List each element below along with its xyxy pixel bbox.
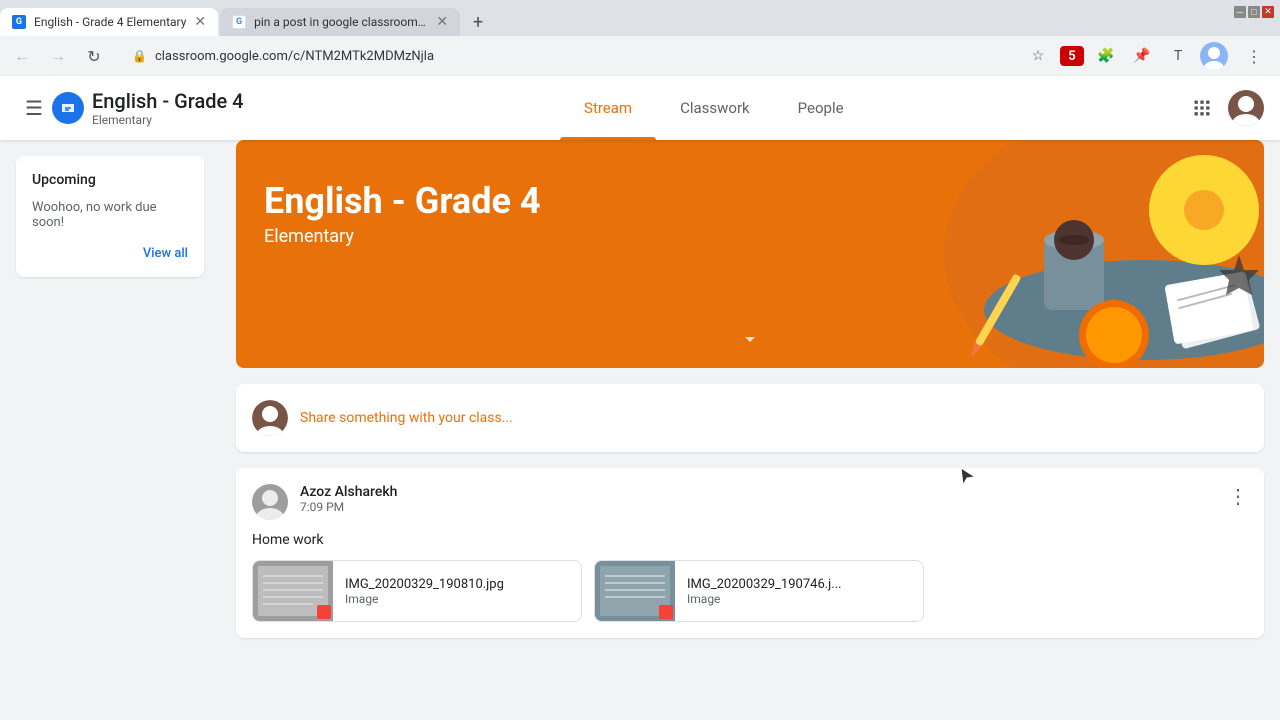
tab-favicon-classroom: G xyxy=(12,15,26,29)
address-bar[interactable]: 🔒 classroom.google.com/c/NTM2MTk2MDMzNjl… xyxy=(116,42,1016,70)
tab-title-2: pin a post in google classroom s... xyxy=(254,15,428,29)
post-attachments: IMG_20200329_190810.jpg Image xyxy=(252,560,1248,622)
post-content: Home work xyxy=(252,532,1248,548)
header-class-subtitle: Elementary xyxy=(92,113,244,127)
attachment-name-2: IMG_20200329_190746.j... xyxy=(687,577,911,592)
class-banner: English - Grade 4 Elementary xyxy=(236,140,1264,368)
tab-close-2[interactable]: ✕ xyxy=(436,14,448,30)
extension-3[interactable]: 📌 xyxy=(1128,42,1156,70)
hamburger-menu[interactable]: ☰ xyxy=(16,90,52,126)
attachment-type-2: Image xyxy=(687,592,911,606)
tab-people[interactable]: People xyxy=(774,76,868,140)
browser-header: G English - Grade 4 Elementary ✕ G pin a… xyxy=(0,0,1280,76)
user-avatar[interactable] xyxy=(1228,90,1264,126)
new-tab-button[interactable]: + xyxy=(464,8,492,36)
address-bar-row: ← → ↻ 🔒 classroom.google.com/c/NTM2MTk2M… xyxy=(0,36,1280,76)
post-author-info: Azoz Alsharekh 7:09 PM xyxy=(300,484,1216,514)
tab-active[interactable]: G English - Grade 4 Elementary ✕ xyxy=(0,8,218,36)
tab-stream[interactable]: Stream xyxy=(560,76,656,140)
minimize-button[interactable]: ─ xyxy=(1234,6,1246,18)
post-author-avatar xyxy=(252,484,288,520)
post-card: Azoz Alsharekh 7:09 PM ⋮ Home work xyxy=(236,468,1264,638)
attachment-thumb-2 xyxy=(595,561,675,621)
banner-class-title: English - Grade 4 xyxy=(264,180,541,222)
app-logo xyxy=(52,92,84,124)
attachment-name-1: IMG_20200329_190810.jpg xyxy=(345,577,569,592)
extension-2[interactable]: 🧩 xyxy=(1092,42,1120,70)
app-header: ☰ English - Grade 4 Elementary Stream Cl… xyxy=(0,76,1280,140)
tab-close-1[interactable]: ✕ xyxy=(194,14,206,30)
browser-profile-avatar[interactable] xyxy=(1200,42,1228,70)
bookmark-button[interactable]: ☆ xyxy=(1024,42,1052,70)
banner-chevron[interactable] xyxy=(738,327,762,356)
maximize-button[interactable]: □ xyxy=(1248,6,1260,18)
share-box[interactable]: Share something with your class... xyxy=(236,384,1264,452)
header-class-title: English - Grade 4 xyxy=(92,89,244,113)
upcoming-card: Upcoming Woohoo, no work due soon! View … xyxy=(16,156,204,277)
tab-title-1: English - Grade 4 Elementary xyxy=(34,15,186,29)
apps-grid-icon[interactable] xyxy=(1184,90,1220,126)
header-icons xyxy=(1184,90,1264,126)
back-button[interactable]: ← xyxy=(8,42,36,70)
attachment-2[interactable]: IMG_20200329_190746.j... Image xyxy=(594,560,924,622)
view-all-button[interactable]: View all xyxy=(32,246,188,261)
post-header: Azoz Alsharekh 7:09 PM ⋮ xyxy=(252,484,1248,520)
header-nav: Stream Classwork People xyxy=(560,76,868,140)
upcoming-empty-text: Woohoo, no work due soon! xyxy=(32,200,188,230)
share-avatar xyxy=(252,400,288,436)
tab-classwork[interactable]: Classwork xyxy=(656,76,774,140)
post-menu-button[interactable]: ⋮ xyxy=(1228,484,1248,508)
stream-area: English - Grade 4 Elementary xyxy=(220,140,1280,720)
extension-4[interactable]: T xyxy=(1164,42,1192,70)
forward-button[interactable]: → xyxy=(44,42,72,70)
share-placeholder-text: Share something with your class... xyxy=(300,410,513,426)
apps-menu-button[interactable]: ⋮ xyxy=(1236,38,1272,74)
attachment-1[interactable]: IMG_20200329_190810.jpg Image xyxy=(252,560,582,622)
sidebar: Upcoming Woohoo, no work due soon! View … xyxy=(0,140,220,720)
close-window-button[interactable]: ✕ xyxy=(1262,6,1274,18)
attachment-info-1: IMG_20200329_190810.jpg Image xyxy=(333,569,581,614)
banner-class-subtitle: Elementary xyxy=(264,226,541,247)
upcoming-title: Upcoming xyxy=(32,172,188,188)
header-class-info: English - Grade 4 Elementary xyxy=(92,89,244,127)
lock-icon: 🔒 xyxy=(132,49,147,63)
refresh-button[interactable]: ↻ xyxy=(80,42,108,70)
attachment-thumb-1 xyxy=(253,561,333,621)
banner-text: English - Grade 4 Elementary xyxy=(264,180,541,247)
attachment-type-1: Image xyxy=(345,592,569,606)
attachment-info-2: IMG_20200329_190746.j... Image xyxy=(675,569,923,614)
post-author-name: Azoz Alsharekh xyxy=(300,484,1216,500)
tab-favicon-google: G xyxy=(232,15,246,29)
main-content: Upcoming Woohoo, no work due soon! View … xyxy=(0,140,1280,720)
app-container: ☰ English - Grade 4 Elementary Stream Cl… xyxy=(0,76,1280,720)
banner-illustration xyxy=(844,140,1264,368)
post-time: 7:09 PM xyxy=(300,500,1216,514)
tab-inactive[interactable]: G pin a post in google classroom s... ✕ xyxy=(220,8,460,36)
address-text: classroom.google.com/c/NTM2MTk2MDMzNjla xyxy=(155,49,1000,64)
extension-1[interactable]: 5 xyxy=(1060,46,1084,66)
